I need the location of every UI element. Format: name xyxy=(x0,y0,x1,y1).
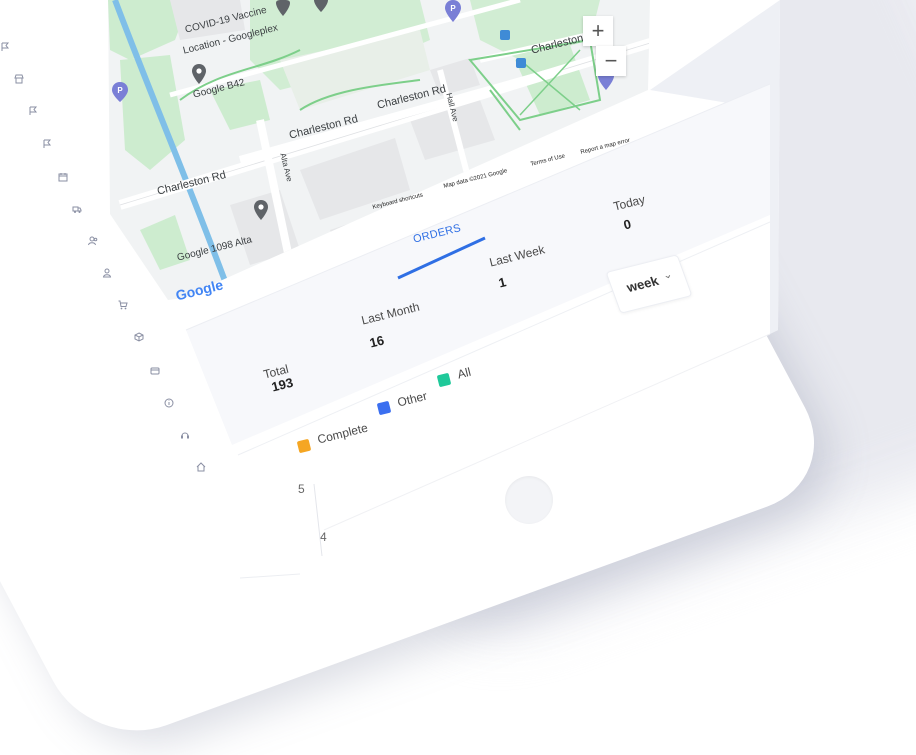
sidebar-box-icon[interactable] xyxy=(134,332,144,342)
stat-today-label: Today xyxy=(612,192,647,214)
sidebar-flag-icon[interactable] xyxy=(0,42,10,52)
map-pin-icon[interactable] xyxy=(314,0,328,12)
period-select[interactable]: week ⌄ xyxy=(605,254,693,314)
svg-text:P: P xyxy=(117,86,123,95)
transit-stop-icon[interactable] xyxy=(500,30,510,40)
period-select-value: week xyxy=(624,273,661,295)
map-terms-of-use-link[interactable]: Terms of Use xyxy=(530,153,566,167)
stat-last-month-label: Last Month xyxy=(360,299,421,328)
stat-today-value: 0 xyxy=(622,216,633,233)
map-label-charleston-rd-1: Charleston Rd xyxy=(376,82,448,112)
chart-y-tick: 5 xyxy=(298,482,305,496)
map-label-charleston-rd-2: Charleston Rd xyxy=(288,112,360,142)
map-pin-icon[interactable] xyxy=(276,0,290,16)
map-label-charleston-rd-4: Charleston xyxy=(530,32,585,57)
map-keyboard-shortcuts-link[interactable]: Keyboard shortcuts xyxy=(372,192,424,210)
screen-bottom-edge xyxy=(240,573,301,579)
sidebar-card-icon[interactable] xyxy=(150,366,160,376)
sidebar-flag-icon[interactable] xyxy=(28,106,38,116)
map-label-alta-ave: Alta Ave xyxy=(278,152,295,183)
sidebar-user-icon[interactable] xyxy=(102,268,112,278)
sidebar-store-icon[interactable] xyxy=(14,74,24,84)
home-button[interactable] xyxy=(505,476,553,524)
stat-last-week-label: Last Week xyxy=(488,242,547,270)
map-label-charleston-rd-3: Charleston Rd xyxy=(156,168,228,198)
sidebar-home-icon[interactable] xyxy=(196,462,206,472)
map-zoom-in-button[interactable]: + xyxy=(583,16,613,46)
app-screen: COVID-19 Vaccine Location - Googleplex G… xyxy=(0,0,916,755)
stat-last-week-value: 1 xyxy=(497,274,508,291)
map-zoom-out-button[interactable]: − xyxy=(596,46,626,76)
google-logo: Google xyxy=(174,276,225,304)
sidebar-calendar-icon[interactable] xyxy=(58,172,68,182)
sidebar-flag-icon[interactable] xyxy=(42,139,52,149)
chevron-down-icon: ⌄ xyxy=(661,268,675,283)
map-data-attribution: Map data ©2021 Google xyxy=(443,168,508,190)
map-pin-icon[interactable] xyxy=(192,64,206,84)
tab-orders-underline xyxy=(397,236,486,280)
svg-text:P: P xyxy=(450,4,456,13)
map-pin-parking-icon[interactable]: P xyxy=(445,0,461,22)
sidebar-cart-icon[interactable] xyxy=(118,300,128,310)
map-pin-parking-icon[interactable]: P xyxy=(112,82,128,102)
legend-swatch-complete xyxy=(296,438,312,454)
map-report-error-link[interactable]: Report a map error xyxy=(580,138,631,156)
sidebar-support-icon[interactable] xyxy=(180,430,190,440)
transit-stop-icon[interactable] xyxy=(516,58,526,68)
map-pin-icon[interactable] xyxy=(254,200,268,220)
sidebar-truck-icon[interactable] xyxy=(72,204,82,214)
map-label-google-1098-alta: Google 1098 Alta xyxy=(176,234,254,264)
sidebar-info-icon[interactable] xyxy=(164,398,174,408)
sidebar-users-icon[interactable] xyxy=(88,236,98,246)
map-label-hall-ave: Hall Ave xyxy=(444,92,461,123)
